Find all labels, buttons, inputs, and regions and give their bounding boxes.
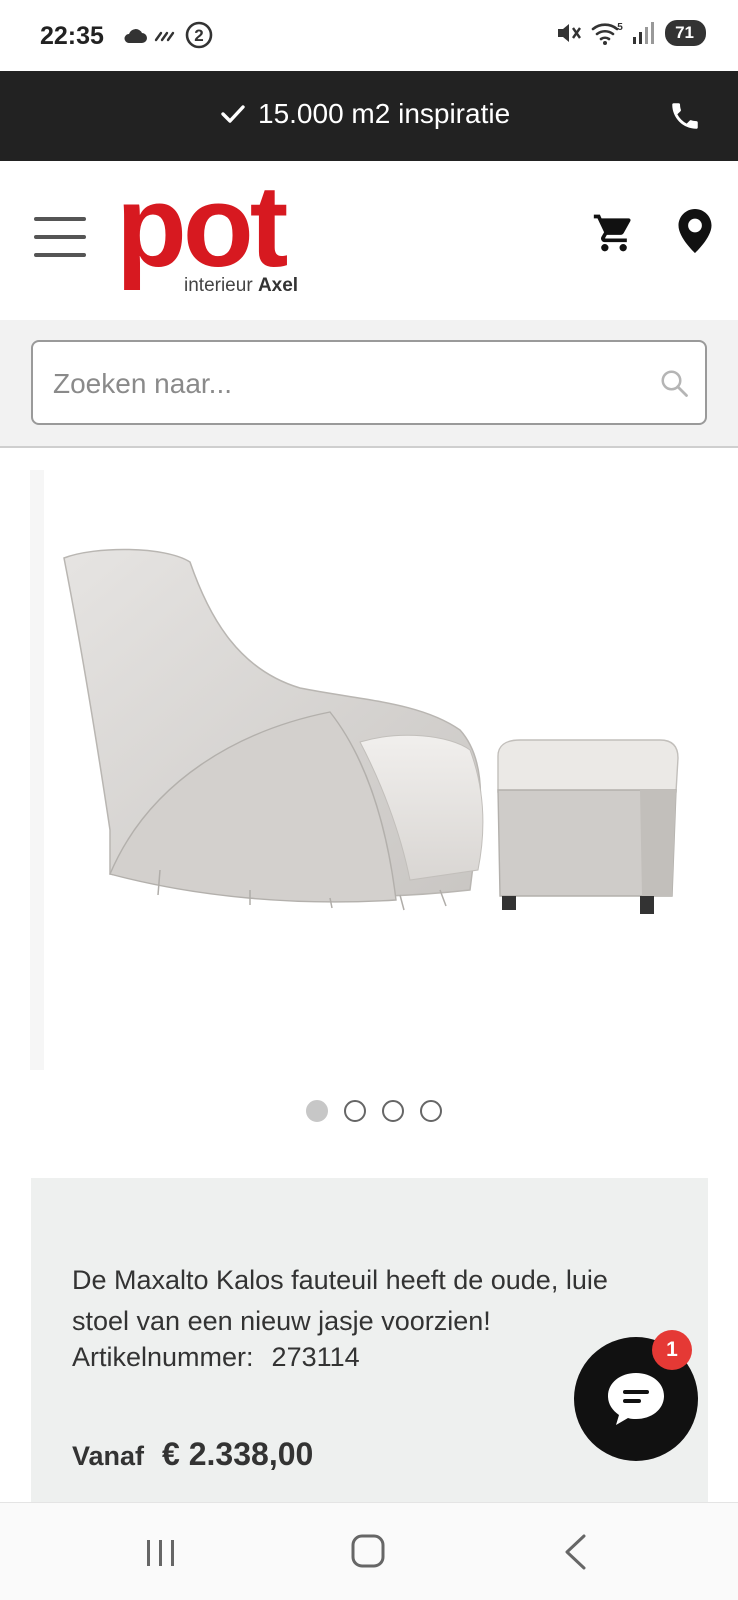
product-image[interactable]: [0, 450, 738, 1090]
hamburger-icon[interactable]: [34, 217, 86, 257]
check-icon: [221, 105, 245, 123]
promo-text: 15.000 m2 inspiratie: [258, 98, 511, 129]
logo-word: pot: [116, 161, 288, 291]
product-description: De Maxalto Kalos fauteuil heeft de oude,…: [72, 1265, 608, 1336]
cart-icon[interactable]: [592, 211, 636, 255]
notification-count: 2: [194, 26, 203, 45]
recent-apps-icon[interactable]: [144, 1537, 178, 1569]
search-box: [31, 340, 707, 425]
article-number: 273114: [271, 1342, 360, 1372]
chat-badge: 1: [652, 1330, 692, 1370]
carousel-dot-3[interactable]: [382, 1100, 404, 1122]
carousel-dot-2[interactable]: [344, 1100, 366, 1122]
article-number-row: Artikelnummer: 273114: [72, 1342, 360, 1373]
carousel-dot-1[interactable]: [306, 1100, 328, 1122]
promo-message: 15.000 m2 inspiratie: [220, 98, 510, 130]
status-time: 22:35: [40, 22, 104, 50]
carousel-dot-4[interactable]: [420, 1100, 442, 1122]
status-bar: 22:35 2 5 71: [0, 0, 738, 72]
status-right-icons: 5 71: [555, 20, 712, 46]
system-nav-bar: [0, 1502, 738, 1600]
logo-subtitle: interieur Axel: [184, 275, 299, 296]
carousel-dots: [306, 1100, 442, 1122]
location-pin-icon[interactable]: [678, 209, 712, 253]
home-icon[interactable]: [350, 1533, 386, 1569]
wifi-icon: 5: [591, 22, 623, 45]
signal-icon: [633, 22, 655, 44]
mute-icon: [558, 24, 582, 42]
logo[interactable]: pot interieur Axel: [116, 161, 306, 297]
chat-icon: [608, 1373, 664, 1425]
cloud-icon: [124, 29, 147, 43]
status-left-icons: 2: [122, 20, 214, 50]
promo-bar: 15.000 m2 inspiratie: [0, 71, 738, 161]
notification-count-icon: 2: [185, 21, 213, 49]
price-row: Vanaf € 2.338,00: [72, 1436, 313, 1473]
search-icon[interactable]: [659, 368, 689, 398]
article-label: Artikelnummer:: [72, 1342, 254, 1372]
search-strip: [0, 320, 738, 448]
phone-icon[interactable]: [668, 99, 702, 133]
price-value: € 2.338,00: [162, 1436, 314, 1472]
price-label: Vanaf: [72, 1441, 145, 1471]
product-photo: [30, 470, 679, 1070]
wifi-label: 5: [617, 22, 623, 33]
data-saver-icon: [154, 31, 175, 42]
back-icon[interactable]: [562, 1533, 588, 1571]
search-input[interactable]: [53, 364, 633, 404]
battery-indicator: 71: [665, 20, 712, 46]
site-header: pot interieur Axel: [0, 161, 738, 321]
